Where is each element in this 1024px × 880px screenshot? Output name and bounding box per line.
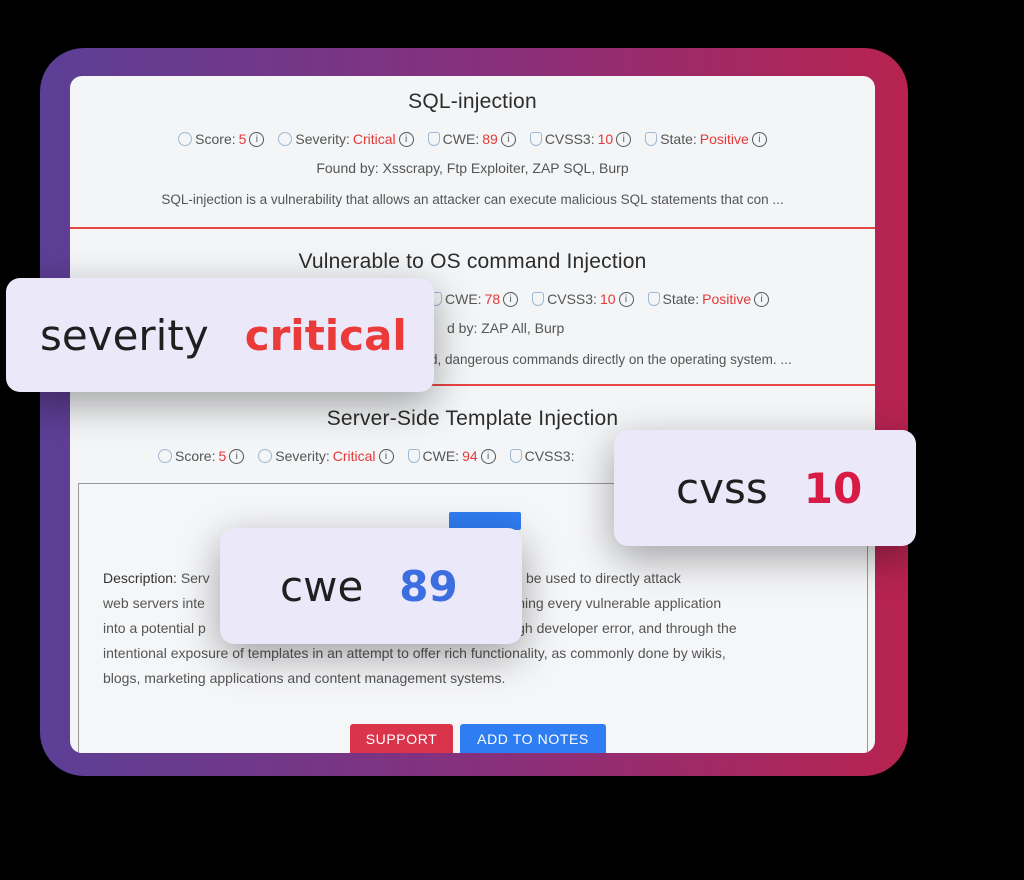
state-field: State: Positive i (647, 291, 770, 307)
gear-icon (178, 132, 193, 146)
shield-icon (532, 292, 545, 306)
info-icon[interactable]: i (378, 448, 394, 464)
vulnerability-meta: Score: 5 i Severity: Critical i CWE: 89 … (70, 131, 875, 147)
cwe-field: CWE: 94 i (407, 448, 496, 464)
shield-icon (427, 132, 440, 146)
cvss-field: CVSS3: 10 i (529, 131, 632, 147)
severity-field: Severity: Critical i (278, 131, 414, 147)
divider (70, 227, 875, 229)
vulnerability-title: SQL-injection (408, 90, 537, 113)
info-icon[interactable]: i (480, 448, 496, 464)
callout-label: severity (40, 310, 209, 360)
vulnerability-panel: SQL-injection Score: 5 i Severity: Criti… (70, 76, 875, 753)
state-field: State: Positive i (645, 131, 767, 147)
info-icon[interactable]: i (500, 131, 516, 147)
state-value: Positive (702, 291, 752, 307)
info-icon[interactable]: i (398, 131, 414, 147)
cwe-value: 94 (462, 448, 478, 464)
shield-icon (509, 449, 522, 463)
shield-icon (529, 132, 542, 146)
cwe-value: 78 (484, 291, 501, 307)
cwe-callout: cwe 89 (220, 528, 522, 644)
vulnerability-card-sql[interactable]: SQL-injection Score: 5 i Severity: Criti… (70, 90, 875, 207)
severity-value: Critical (332, 448, 376, 464)
callout-label: cwe (280, 561, 364, 611)
circle-icon (258, 449, 273, 463)
add-to-notes-button[interactable]: ADD TO NOTES (460, 724, 606, 753)
info-icon[interactable]: i (754, 291, 770, 307)
circle-icon (278, 132, 293, 146)
cwe-field: CWE: 89 i (427, 131, 516, 147)
score-field: Score: 5 i (178, 131, 265, 147)
shield-icon (645, 132, 658, 146)
cvss-field: CVSS3: 10 i (532, 291, 634, 307)
cvss-field: CVSS3: (509, 448, 574, 464)
gear-icon (158, 449, 172, 463)
vulnerability-title: Server-Side Template Injection (326, 407, 619, 430)
score-value: 5 (238, 131, 247, 147)
shield-icon (407, 449, 420, 463)
cwe-value: 89 (482, 131, 498, 147)
callout-label: cvss (676, 463, 768, 513)
info-icon[interactable]: i (229, 448, 245, 464)
severity-field: Severity: Critical i (258, 448, 394, 464)
info-icon[interactable]: i (249, 131, 265, 147)
found-by: Found by: Xsscrapy, Ftp Exploiter, ZAP S… (316, 160, 629, 176)
callout-value: 89 (399, 561, 458, 611)
description-label: Description: (103, 570, 177, 586)
cvss-value: 10 (597, 131, 614, 147)
info-icon[interactable]: i (503, 291, 519, 307)
info-icon[interactable]: i (618, 291, 634, 307)
score-field: Score: 5 i (158, 448, 245, 464)
shield-icon (647, 292, 660, 306)
state-value: Positive (699, 131, 749, 147)
severity-value: Critical (352, 131, 396, 147)
info-icon[interactable]: i (751, 131, 767, 147)
callout-value: critical (244, 310, 407, 360)
callout-value: 10 (803, 463, 863, 513)
severity-callout: severity critical (6, 278, 434, 392)
info-icon[interactable]: i (616, 131, 632, 147)
vulnerability-title: Vulnerable to OS command Injection (298, 250, 647, 273)
vulnerability-description: SQL-injection is a vulnerability that al… (161, 192, 784, 207)
score-value: 5 (218, 448, 227, 464)
support-button[interactable]: SUPPORT (350, 724, 453, 753)
cvss-callout: cvss 10 (614, 430, 916, 546)
cwe-field: CWE: 78 i (430, 291, 519, 307)
cvss-value: 10 (599, 291, 616, 307)
